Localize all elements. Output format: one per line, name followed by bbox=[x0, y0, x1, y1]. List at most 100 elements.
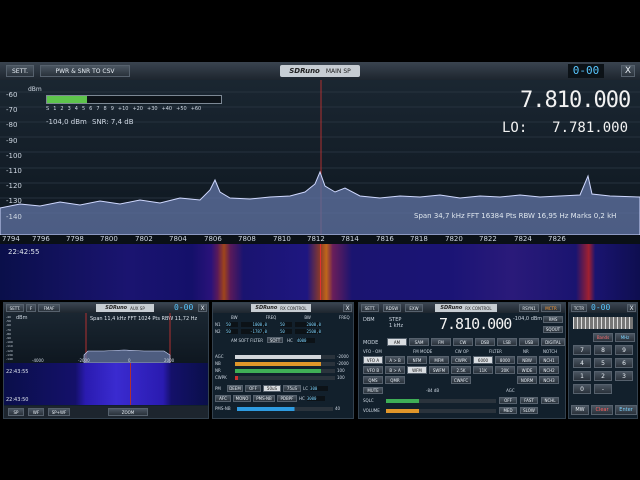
sqlc-off-button[interactable]: OFF bbox=[499, 397, 517, 404]
afc-button[interactable]: AFC bbox=[215, 395, 231, 402]
pms-slider[interactable] bbox=[237, 406, 333, 411]
soft-button[interactable]: SOFT bbox=[267, 337, 283, 343]
pmsnb-button[interactable]: PMS-NB bbox=[253, 395, 275, 402]
mhz-button[interactable]: MHz bbox=[615, 333, 635, 342]
pwr-snr-csv-button[interactable]: PWR & SNR TO CSV bbox=[40, 65, 130, 77]
sett-button[interactable]: SETT. bbox=[6, 65, 34, 77]
aux-close-button[interactable]: X bbox=[198, 304, 207, 312]
sqlc-fast-button[interactable]: FAST bbox=[520, 397, 538, 404]
nch2-button[interactable]: NCH2 bbox=[539, 366, 559, 374]
close-button[interactable]: X bbox=[621, 65, 635, 77]
notch-input[interactable]: -1787,0 bbox=[241, 329, 267, 334]
key-5[interactable]: 5 bbox=[594, 358, 612, 368]
tctr-button[interactable]: TCTR bbox=[571, 304, 587, 312]
nr-slider[interactable] bbox=[235, 368, 335, 373]
agc-slider[interactable] bbox=[235, 354, 335, 359]
waterfall[interactable]: 22:42:55 bbox=[0, 244, 640, 300]
a-to-b-button[interactable]: A > B bbox=[385, 356, 405, 364]
nb-slider[interactable] bbox=[235, 361, 335, 366]
cwafc-button[interactable]: CWAFC bbox=[451, 376, 471, 384]
rx-sett-button[interactable]: SETT. bbox=[361, 304, 379, 312]
wide-button[interactable]: WIDE bbox=[517, 366, 537, 374]
vol-slow-button[interactable]: SLOW bbox=[520, 407, 538, 414]
mode-fm-button[interactable]: FM bbox=[431, 338, 451, 346]
mfm-button[interactable]: MFM bbox=[429, 356, 449, 364]
qms-button[interactable]: QMS bbox=[363, 376, 383, 384]
vfo-b-button[interactable]: VFO B bbox=[363, 366, 383, 374]
aux-sett-button[interactable]: SETT. bbox=[6, 304, 24, 312]
notch-input[interactable]: 2000,0 bbox=[295, 322, 321, 327]
key-9[interactable]: 9 bbox=[615, 345, 633, 355]
aux-f-button[interactable]: F bbox=[26, 304, 36, 312]
cwpk-button[interactable]: CWPK bbox=[451, 356, 471, 364]
mode-lsb-button[interactable]: LSB bbox=[497, 338, 517, 346]
spectrum-panel[interactable]: dBm -60 -70 -80 -90 -100 -110 -120 -130 … bbox=[0, 80, 640, 235]
step-value[interactable]: 1 kHz bbox=[389, 323, 403, 329]
lc-input[interactable]: 300 bbox=[310, 386, 329, 391]
notch-input[interactable]: 1000,0 bbox=[241, 322, 267, 327]
b-to-a-button[interactable]: B > A bbox=[385, 366, 405, 374]
rx-extra-close-button[interactable]: X bbox=[343, 304, 352, 312]
nch1-button[interactable]: NCH1 bbox=[539, 356, 559, 364]
key-dash[interactable]: - bbox=[594, 384, 612, 394]
pdbpf-button[interactable]: PDBPF bbox=[277, 395, 297, 402]
nchl-button[interactable]: NCHL bbox=[541, 397, 559, 404]
aux-wf-button[interactable]: WF bbox=[28, 408, 44, 416]
mode-dsb-button[interactable]: DSB bbox=[475, 338, 495, 346]
sqlc-slider[interactable] bbox=[386, 398, 496, 403]
key-3[interactable]: 3 bbox=[615, 371, 633, 381]
deem-button[interactable]: DEEM bbox=[227, 385, 243, 392]
notch-input[interactable]: 50 bbox=[226, 322, 238, 327]
off-button[interactable]: OFF bbox=[245, 385, 261, 392]
swfm-button[interactable]: SWFM bbox=[429, 366, 449, 374]
rdsw-button[interactable]: RDSW bbox=[383, 304, 401, 312]
notch-input[interactable]: 2500,0 bbox=[295, 329, 321, 334]
aux-spwf-button[interactable]: SP+WF bbox=[48, 408, 70, 416]
key-7[interactable]: 7 bbox=[573, 345, 591, 355]
key-6[interactable]: 6 bbox=[615, 358, 633, 368]
aux-sp-button[interactable]: SP bbox=[8, 408, 24, 416]
main-frequency[interactable]: 7.810.000 bbox=[520, 88, 631, 113]
exw-button[interactable]: EXW bbox=[405, 304, 423, 312]
11k-button[interactable]: 11K bbox=[473, 366, 493, 374]
aux-zoom-button[interactable]: ZOOM bbox=[108, 408, 148, 416]
key-8[interactable]: 8 bbox=[594, 345, 612, 355]
nch3-button[interactable]: NCH3 bbox=[539, 376, 559, 384]
mode-digital-button[interactable]: DIGITAL bbox=[541, 338, 565, 346]
norm-button[interactable]: NORM bbox=[517, 376, 537, 384]
vfo-a-button[interactable]: VFO A bbox=[363, 356, 383, 364]
8000-button[interactable]: 8000 bbox=[495, 356, 515, 364]
lo-frequency[interactable]: 7.781.000 bbox=[540, 120, 628, 136]
key-2[interactable]: 2 bbox=[594, 371, 612, 381]
50us-button[interactable]: 50uS bbox=[263, 385, 281, 392]
mode-usb-button[interactable]: USB bbox=[519, 338, 539, 346]
sqout-button[interactable]: SQOUT bbox=[543, 326, 563, 333]
bands-button[interactable]: Bands bbox=[593, 333, 613, 342]
enter-button[interactable]: Enter bbox=[615, 405, 637, 415]
mono-button[interactable]: MONO bbox=[233, 395, 251, 402]
notch-input[interactable]: 50 bbox=[226, 329, 238, 334]
mode-am-button[interactable]: AM bbox=[387, 338, 407, 346]
nbw-button[interactable]: NBW bbox=[517, 356, 537, 364]
nfm-button[interactable]: NFM bbox=[407, 356, 427, 364]
aux-waterfall[interactable]: 22:43:55 22:43:50 bbox=[4, 363, 208, 405]
mctr-button[interactable]: MCTR bbox=[541, 304, 561, 312]
keypad-close-button[interactable]: X bbox=[627, 304, 636, 312]
hc-input-2[interactable]: 3000 bbox=[306, 396, 325, 401]
20k-button[interactable]: 20K bbox=[495, 366, 515, 374]
cwpk-slider[interactable] bbox=[235, 375, 335, 380]
key-4[interactable]: 4 bbox=[573, 358, 591, 368]
hc-input[interactable]: 4000 bbox=[296, 337, 315, 343]
mode-sam-button[interactable]: SAM bbox=[409, 338, 429, 346]
mode-cw-button[interactable]: CW bbox=[453, 338, 473, 346]
aux-spectrum[interactable]: dBm Span 11,4 kHz FFT 1024 Pts RBW 11,72… bbox=[4, 313, 208, 363]
wfm-button[interactable]: WFM bbox=[407, 366, 427, 374]
6000-button[interactable]: 6000 bbox=[473, 356, 493, 364]
notch-input[interactable]: 50 bbox=[280, 322, 292, 327]
notch-input[interactable]: 50 bbox=[280, 329, 292, 334]
75us-button[interactable]: 75uS bbox=[283, 385, 301, 392]
qmr-button[interactable]: QMR bbox=[385, 376, 405, 384]
mute-button[interactable]: MUTE bbox=[363, 387, 383, 394]
rms-button[interactable]: RMS bbox=[543, 316, 563, 323]
aux-fmaf-button[interactable]: FMAF bbox=[38, 304, 60, 312]
